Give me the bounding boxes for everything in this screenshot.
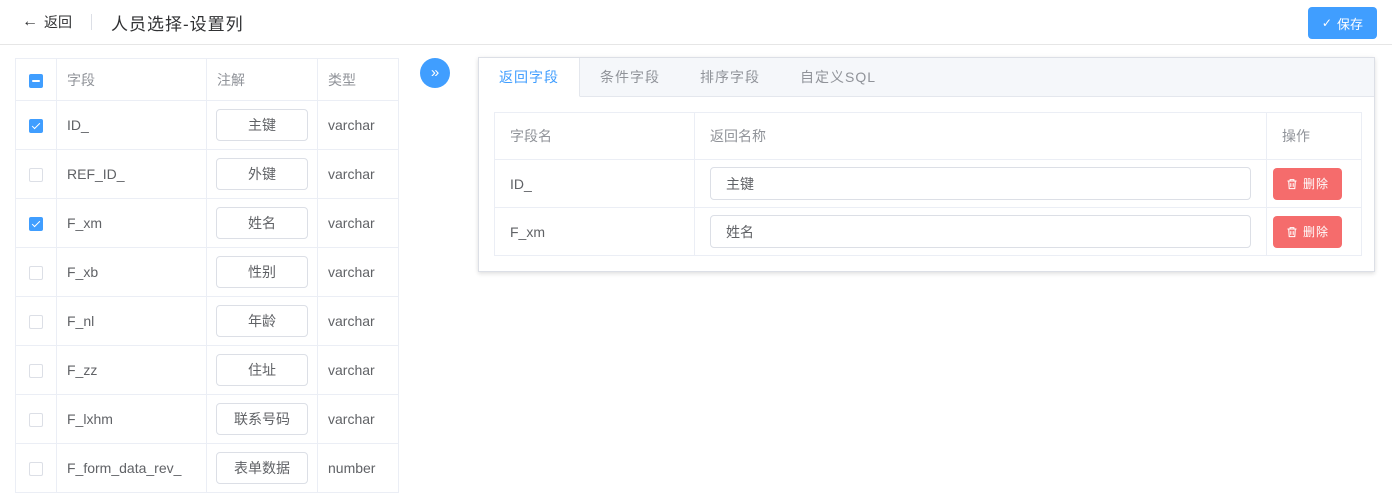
tab-condition-fields[interactable]: 条件字段 <box>580 58 680 97</box>
tab-bar: 返回字段 条件字段 排序字段 自定义SQL <box>479 58 1374 97</box>
trash-icon <box>1286 178 1298 190</box>
field-type: varchar <box>318 346 399 395</box>
transfer-right-button[interactable]: » <box>420 58 450 88</box>
field-type: varchar <box>318 150 399 199</box>
back-arrow-icon: ← <box>22 14 38 30</box>
field-type: varchar <box>318 199 399 248</box>
table-row: F_xb varchar <box>16 248 399 297</box>
table-row: F_zz varchar <box>16 346 399 395</box>
field-type: varchar <box>318 248 399 297</box>
row-checkbox[interactable] <box>29 364 43 378</box>
double-arrow-right-icon: » <box>431 65 439 80</box>
column-header-field-name: 字段名 <box>495 113 695 160</box>
back-label: 返回 <box>44 12 72 32</box>
delete-label: 删除 <box>1303 223 1329 240</box>
page-title: 人员选择-设置列 <box>111 10 244 35</box>
row-checkbox[interactable] <box>29 413 43 427</box>
field-type: varchar <box>318 297 399 346</box>
field-name: F_form_data_rev_ <box>57 444 207 493</box>
delete-label: 删除 <box>1303 175 1329 192</box>
field-type: varchar <box>318 395 399 444</box>
column-header-comment: 注解 <box>207 59 318 101</box>
column-header-return-name: 返回名称 <box>695 113 1267 160</box>
comment-input[interactable] <box>216 109 308 141</box>
row-checkbox[interactable] <box>29 119 43 133</box>
field-name: F_lxhm <box>57 395 207 444</box>
comment-input[interactable] <box>216 207 308 239</box>
title-divider <box>91 14 92 30</box>
row-checkbox[interactable] <box>29 315 43 329</box>
column-header-type: 类型 <box>318 59 399 101</box>
row-checkbox[interactable] <box>29 266 43 280</box>
table-row: F_xm varchar <box>16 199 399 248</box>
table-row: F_nl varchar <box>16 297 399 346</box>
comment-input[interactable] <box>216 452 308 484</box>
field-name: ID_ <box>57 101 207 150</box>
table-row: F_xm 删除 <box>495 208 1362 256</box>
field-type: number <box>318 444 399 493</box>
field-name: F_nl <box>57 297 207 346</box>
row-checkbox[interactable] <box>29 217 43 231</box>
field-name: F_xb <box>57 248 207 297</box>
field-name: REF_ID_ <box>57 150 207 199</box>
tab-content: 字段名 返回名称 操作 ID_ 删除 <box>479 97 1374 271</box>
row-checkbox[interactable] <box>29 462 43 476</box>
field-name: F_xm <box>495 208 695 256</box>
table-row: F_form_data_rev_ number <box>16 444 399 493</box>
tab-sort-fields[interactable]: 排序字段 <box>680 58 780 97</box>
comment-input[interactable] <box>216 158 308 190</box>
table-header-row: 字段 注解 类型 <box>16 59 399 101</box>
table-row: ID_ 删除 <box>495 160 1362 208</box>
comment-input[interactable] <box>216 256 308 288</box>
delete-button[interactable]: 删除 <box>1273 168 1342 200</box>
back-button[interactable]: ← 返回 <box>22 12 72 32</box>
row-checkbox[interactable] <box>29 168 43 182</box>
table-row: F_lxhm varchar <box>16 395 399 444</box>
field-name: F_xm <box>57 199 207 248</box>
column-header-action: 操作 <box>1267 113 1362 160</box>
top-bar: ← 返回 人员选择-设置列 ✓ 保存 <box>0 0 1392 45</box>
tab-return-fields[interactable]: 返回字段 <box>479 58 580 97</box>
return-name-input[interactable] <box>710 215 1251 248</box>
comment-input[interactable] <box>216 305 308 337</box>
table-header-row: 字段名 返回名称 操作 <box>495 113 1362 160</box>
save-button[interactable]: ✓ 保存 <box>1308 7 1377 39</box>
source-fields-table: 字段 注解 类型 ID_ varchar REF_ID_ varchar F_x… <box>15 58 399 493</box>
table-row: REF_ID_ varchar <box>16 150 399 199</box>
comment-input[interactable] <box>216 354 308 386</box>
select-all-checkbox[interactable] <box>29 74 43 88</box>
field-name: ID_ <box>495 160 695 208</box>
settings-panel: 返回字段 条件字段 排序字段 自定义SQL 字段名 返回名称 操作 ID_ <box>478 57 1375 272</box>
check-icon: ✓ <box>1322 17 1332 29</box>
column-header-field: 字段 <box>57 59 207 101</box>
delete-button[interactable]: 删除 <box>1273 216 1342 248</box>
trash-icon <box>1286 226 1298 238</box>
tab-custom-sql[interactable]: 自定义SQL <box>780 58 896 97</box>
table-row: ID_ varchar <box>16 101 399 150</box>
return-fields-table: 字段名 返回名称 操作 ID_ 删除 <box>494 112 1362 256</box>
field-name: F_zz <box>57 346 207 395</box>
comment-input[interactable] <box>216 403 308 435</box>
field-type: varchar <box>318 101 399 150</box>
return-name-input[interactable] <box>710 167 1251 200</box>
save-label: 保存 <box>1337 14 1363 33</box>
